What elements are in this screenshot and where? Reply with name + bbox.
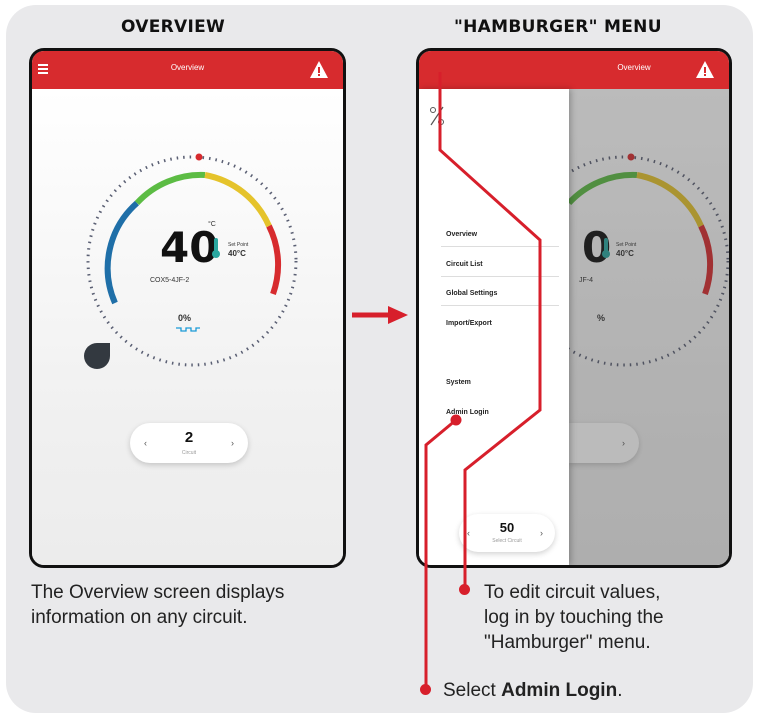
menu-screen: Overview 0 Set Point 40°C JF-4 % › Overv…: [416, 48, 732, 568]
circuit-name: COX5-4JF-2: [150, 277, 190, 284]
menu-heading: "HAMBURGER" MENU: [454, 17, 662, 37]
menu-caption-line1: To edit circuit values,: [484, 582, 661, 603]
caption-prefix: Select: [443, 680, 502, 701]
overview-screen: Overview 40 °C Set Point 40°C COX5-4JF-2…: [29, 48, 346, 568]
overview-heading: OVERVIEW: [121, 17, 226, 37]
navigation-drawer: Overview Circuit List Global Settings Im…: [419, 89, 569, 565]
menu-item-import-export[interactable]: Import/Export: [446, 320, 492, 327]
temperature-unit: °C: [208, 221, 216, 228]
heating-wave-icon: [176, 327, 200, 332]
next-circuit-button[interactable]: ›: [540, 528, 543, 538]
menu-divider: [441, 276, 559, 277]
next-circuit-button[interactable]: ›: [231, 438, 234, 448]
overview-caption-line2: information on any circuit.: [31, 607, 248, 628]
overview-caption-line1: The Overview screen displays: [31, 582, 285, 603]
warning-icon[interactable]: [695, 60, 715, 80]
menu-divider: [441, 305, 559, 306]
menu-item-overview[interactable]: Overview: [446, 231, 477, 238]
select-circuit-selector: ‹ 50 Select Circuit ›: [459, 514, 555, 552]
warning-icon[interactable]: [309, 60, 329, 80]
menu-caption-line2: log in by touching the: [484, 607, 664, 628]
admin-login-caption: Select Admin Login.: [443, 678, 622, 703]
brand-logo-icon: [430, 106, 444, 126]
menu-item-global-settings[interactable]: Global Settings: [446, 290, 497, 297]
callout-dot: [420, 684, 431, 695]
temperature-value: 40: [160, 223, 219, 272]
select-circuit-label: Select Circuit: [492, 538, 522, 544]
app-bar: Overview: [32, 51, 343, 89]
output-percent: 0%: [178, 313, 192, 323]
circuit-number-label: Circuit: [181, 450, 197, 456]
menu-item-system[interactable]: System: [446, 379, 471, 386]
setpoint-marker: [195, 153, 203, 161]
transition-arrow: [352, 306, 408, 324]
set-point-value: 40°C: [228, 249, 246, 258]
app-bar: Overview: [419, 51, 729, 89]
drop-icon[interactable]: [82, 341, 112, 371]
caption-suffix: .: [617, 680, 623, 701]
drawer-overlay[interactable]: [569, 89, 729, 565]
caption-bold: Admin Login: [501, 680, 618, 701]
menu-item-circuit-list[interactable]: Circuit List: [446, 261, 483, 268]
menu-item-admin-login[interactable]: Admin Login: [446, 409, 489, 416]
menu-divider: [441, 246, 559, 247]
set-point-label: Set Point: [228, 242, 249, 248]
menu-caption-line3: "Hamburger" menu.: [484, 632, 651, 653]
screen-title: Overview: [170, 63, 205, 72]
thermometer-icon: [212, 238, 220, 258]
circuit-selector: ‹ 2 Circuit ›: [130, 423, 248, 463]
callout-dot: [459, 584, 470, 595]
